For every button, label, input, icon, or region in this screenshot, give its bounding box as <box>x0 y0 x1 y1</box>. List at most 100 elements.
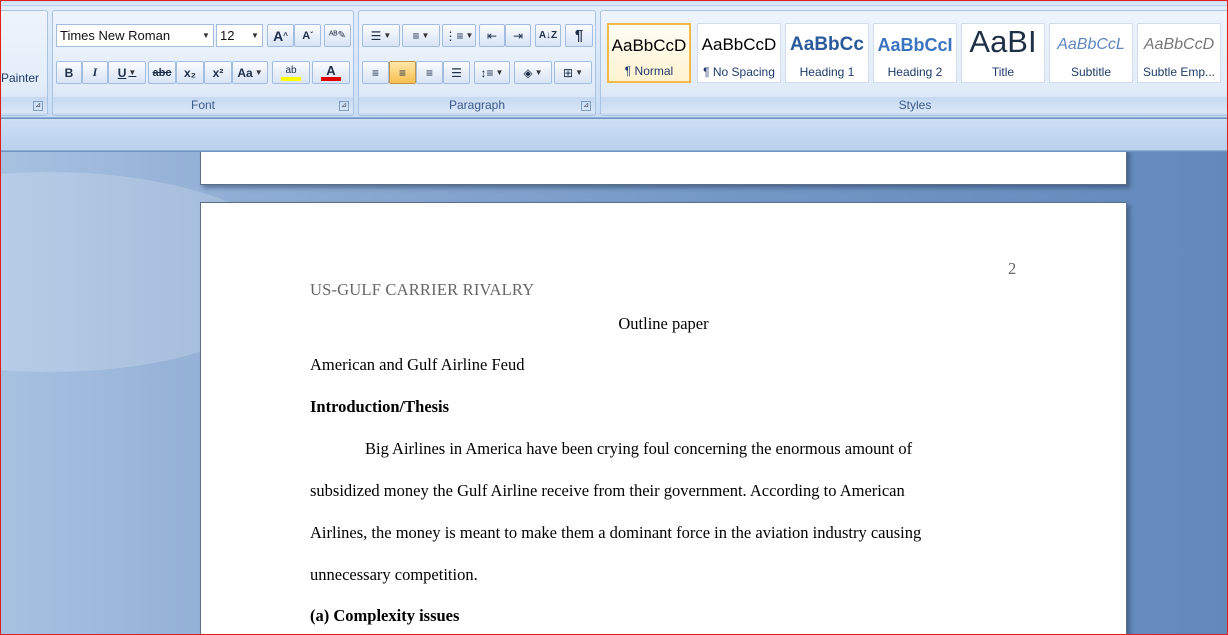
style-name: Subtitle <box>1070 65 1112 79</box>
shading-button[interactable]: ◈ ▼ <box>514 61 552 84</box>
shrink-font-button[interactable]: Aˇ <box>294 24 321 47</box>
sort-az-icon: A↓Z <box>538 30 558 41</box>
sort-button[interactable]: A↓Z <box>535 24 561 47</box>
align-left-icon: ≡ <box>371 65 379 80</box>
running-head: US-GULF CARRIER RIVALRY <box>310 280 535 299</box>
style-sample: AaBbCcD <box>1143 36 1215 53</box>
superscript-icon: x² <box>212 65 224 80</box>
bold-icon: B <box>64 65 74 80</box>
change-case-button[interactable]: Aa ▼ <box>232 61 268 84</box>
font-dialog-launcher-icon[interactable]: ⊿ <box>339 101 349 111</box>
align-center-icon: ≡ <box>398 65 406 80</box>
styles-group-label: Styles <box>601 97 1228 113</box>
numbering-button[interactable]: ≡ ▼ <box>402 24 440 47</box>
bullet-list-icon: ☰ <box>370 28 382 43</box>
subscript-button[interactable]: x₂ <box>176 61 204 84</box>
document-page[interactable]: 2 US-GULF CARRIER RIVALRY Outline paper … <box>200 202 1127 635</box>
strikethrough-icon: abc <box>152 66 172 79</box>
line-spacing-icon: ↕≡ <box>480 65 494 80</box>
style-heading-1[interactable]: AaBbCc Heading 1 <box>785 23 869 83</box>
style-sample: AaBbCcL <box>1057 36 1125 53</box>
previous-page[interactable] <box>200 152 1127 185</box>
style-sample: AaBbCcD <box>611 36 687 55</box>
font-name-value: Times New Roman <box>60 28 171 43</box>
decrease-indent-button[interactable]: ⇤ <box>479 24 505 47</box>
document-workspace[interactable]: 2 US-GULF CARRIER RIVALRY Outline paper … <box>0 152 1228 635</box>
ribbon-tab-strip <box>0 0 1228 6</box>
bold-button[interactable]: B <box>56 61 82 84</box>
ribbon: Painter ⊿ Times New Roman ▼ 12 ▼ A ^ Aˇ ᴬ… <box>0 0 1228 118</box>
font-name-combo[interactable]: Times New Roman ▼ <box>56 24 214 47</box>
style-name: Heading 2 <box>887 65 943 79</box>
style-sample: AaBbCcI <box>877 35 953 55</box>
justify-icon: ☰ <box>451 65 462 80</box>
paragraph-group-label: Paragraph <box>359 97 595 113</box>
bullets-button[interactable]: ☰ ▼ <box>362 24 400 47</box>
style-title[interactable]: AaBI Title <box>961 23 1045 83</box>
style-subtle-emphasis[interactable]: AaBbCcD Subtle Emp... <box>1137 23 1221 83</box>
section-heading-introduction: Introduction/Thesis <box>310 397 450 416</box>
line-spacing-button[interactable]: ↕≡ ▼ <box>474 61 510 84</box>
font-size-combo[interactable]: 12 ▼ <box>216 24 263 47</box>
chevron-down-icon[interactable]: ▼ <box>248 25 262 46</box>
font-color-swatch <box>321 77 341 81</box>
styles-group: AaBbCcD ¶ Normal AaBbCcD ¶ No Spacing Aa… <box>600 10 1228 116</box>
increase-indent-icon: ⇥ <box>512 28 524 43</box>
strikethrough-button[interactable]: abc <box>148 61 176 84</box>
align-right-button[interactable]: ≡ <box>416 61 443 84</box>
numbered-list-icon: ≡ <box>412 28 420 43</box>
clipboard-group: Painter ⊿ <box>0 10 48 116</box>
grow-font-button[interactable]: A ^ <box>267 24 294 47</box>
paragraph-dialog-launcher-icon[interactable]: ⊿ <box>581 101 591 111</box>
decrease-indent-icon: ⇤ <box>486 28 498 43</box>
body-line: subsidized money the Gulf Airline receiv… <box>310 481 905 500</box>
underline-button[interactable]: U ▼ <box>108 61 146 84</box>
clipboard-launcher-icon[interactable]: ⊿ <box>33 101 43 111</box>
style-name: Title <box>991 65 1015 79</box>
underline-icon: U <box>117 65 127 80</box>
style-no-spacing[interactable]: AaBbCcD ¶ No Spacing <box>697 23 781 83</box>
increase-indent-button[interactable]: ⇥ <box>505 24 531 47</box>
clear-formatting-button[interactable]: ᴬᴮ✎ <box>324 24 351 47</box>
style-name: Subtle Emp... <box>1142 65 1216 79</box>
style-heading-2[interactable]: AaBbCcI Heading 2 <box>873 23 957 83</box>
style-subtitle[interactable]: AaBbCcL Subtitle <box>1049 23 1133 83</box>
page-number: 2 <box>1008 259 1017 278</box>
multilevel-list-icon: ⋮≡ <box>444 28 464 43</box>
multilevel-list-button[interactable]: ⋮≡ ▼ <box>442 24 476 47</box>
ruler-bar <box>0 119 1228 151</box>
align-center-button[interactable]: ≡ <box>389 61 416 84</box>
italic-button[interactable]: I <box>82 61 108 84</box>
font-color-button[interactable]: A <box>312 61 350 84</box>
justify-button[interactable]: ☰ <box>443 61 470 84</box>
paper-heading: American and Gulf Airline Feud <box>310 355 525 374</box>
chevron-down-icon[interactable]: ▼ <box>199 25 213 46</box>
borders-button[interactable]: ⊞ ▼ <box>554 61 592 84</box>
section-heading-complexity: (a) Complexity issues <box>310 606 460 625</box>
align-left-button[interactable]: ≡ <box>362 61 389 84</box>
show-marks-button[interactable]: ¶ <box>565 24 593 47</box>
style-name: Heading 1 <box>799 65 855 79</box>
body-line: unnecessary competition. <box>310 565 478 584</box>
style-name: ¶ Normal <box>624 64 674 78</box>
highlight-button[interactable]: ab <box>272 61 310 84</box>
style-normal[interactable]: AaBbCcD ¶ Normal <box>607 23 691 83</box>
format-painter-label[interactable]: Painter <box>1 71 39 85</box>
font-group-label: Font <box>53 97 353 113</box>
align-right-icon: ≡ <box>425 65 433 80</box>
font-color-icon: A <box>326 63 336 78</box>
italic-icon: I <box>92 65 98 79</box>
highlight-color-swatch <box>281 76 301 81</box>
superscript-button[interactable]: x² <box>204 61 232 84</box>
style-sample: AaBbCcD <box>701 35 777 54</box>
body-line: Airlines, the money is meant to make the… <box>310 523 922 542</box>
font-group: Times New Roman ▼ 12 ▼ A ^ Aˇ ᴬᴮ✎ B I U ▼ … <box>52 10 354 116</box>
pilcrow-icon: ¶ <box>574 27 584 44</box>
paragraph-group: ☰ ▼ ≡ ▼ ⋮≡ ▼ ⇤ ⇥ A↓Z ¶ ≡ ≡ ≡ ☰ ↕≡ ▼ ◈ ▼ … <box>358 10 596 116</box>
change-case-icon: Aa <box>237 65 253 80</box>
paint-bucket-icon: ◈ <box>523 65 533 80</box>
grow-font-icon: A <box>273 27 284 44</box>
subscript-icon: x₂ <box>183 65 196 80</box>
body-line: Big Airlines in America have been crying… <box>365 439 913 458</box>
font-size-value: 12 <box>220 28 235 43</box>
